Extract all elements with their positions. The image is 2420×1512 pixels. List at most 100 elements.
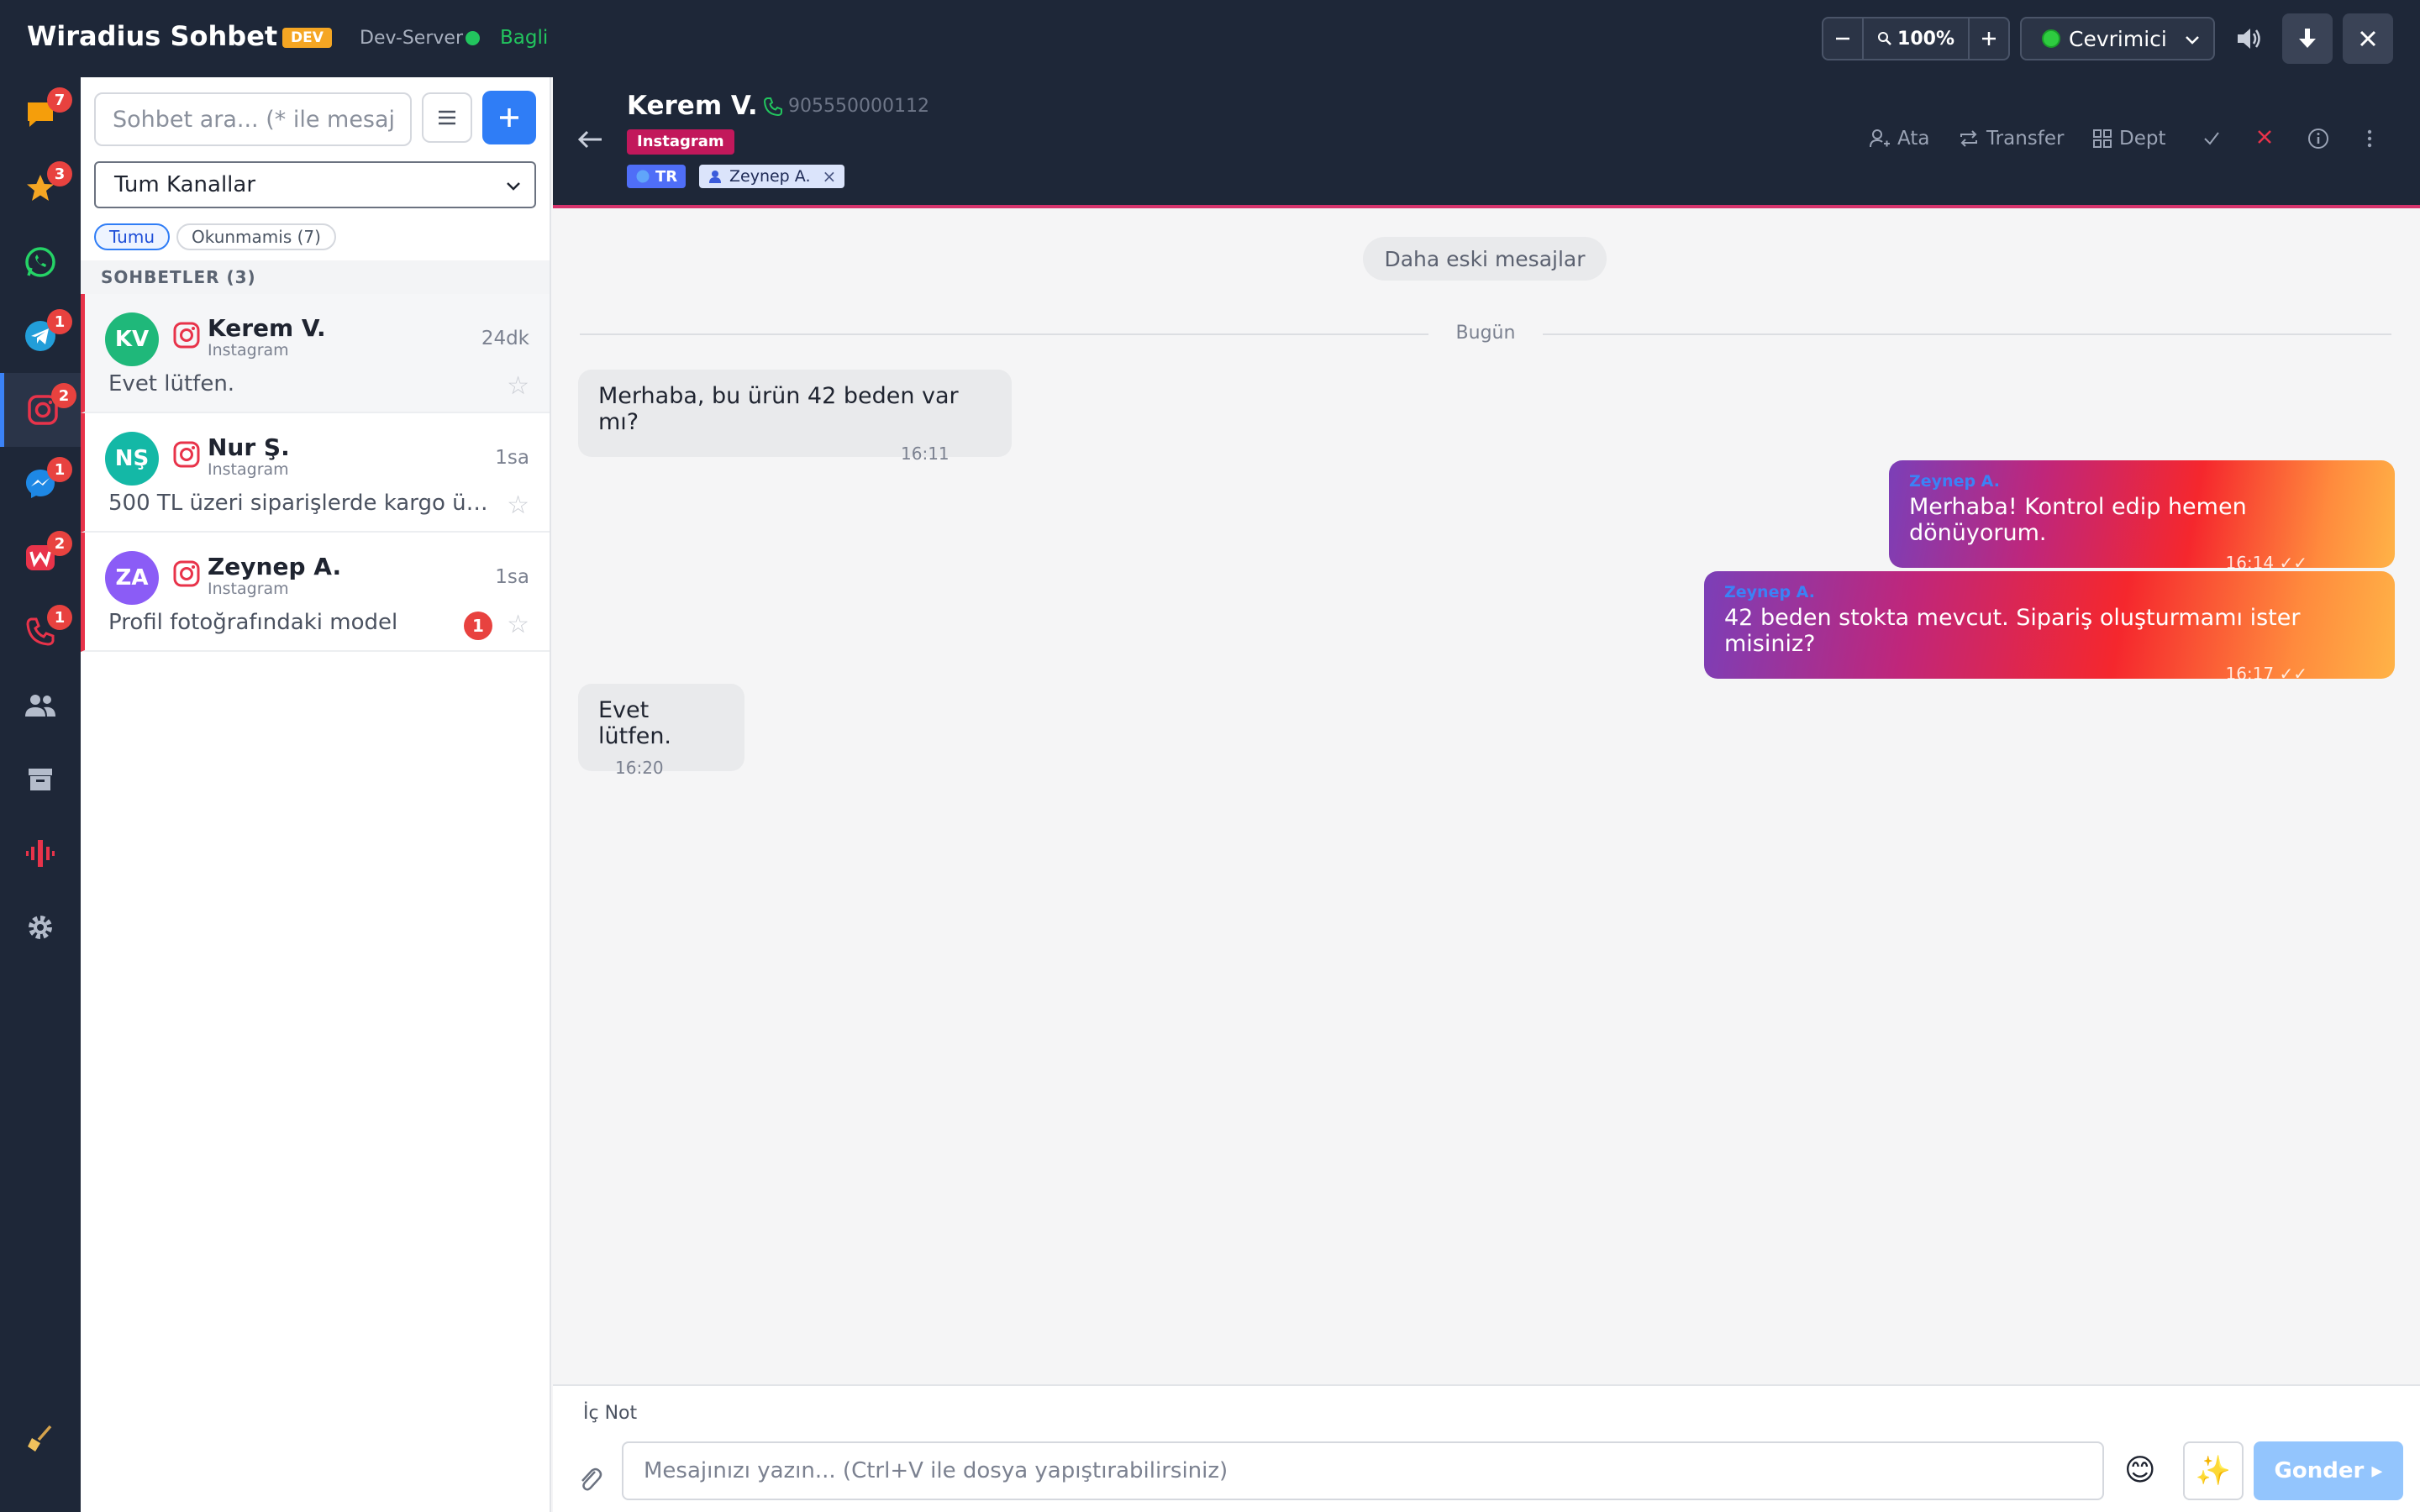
gear-icon: [29, 916, 52, 939]
rail-item-broadcast[interactable]: [0, 816, 81, 890]
server-name: Dev-Server: [360, 28, 463, 49]
message-text: Merhaba! Kontrol edip hemen dönüyorum.: [1909, 494, 2247, 546]
department-label: Dept: [2119, 128, 2166, 150]
avatar: NŞ: [105, 432, 159, 486]
resolve-button[interactable]: [2202, 128, 2222, 148]
assign-button[interactable]: Ata: [1869, 128, 1929, 150]
rail-badge: 2: [47, 531, 72, 556]
rail-item-messenger[interactable]: 1: [0, 447, 81, 521]
new-conversation-button[interactable]: [482, 91, 536, 144]
rail-item-archive[interactable]: [0, 743, 81, 816]
last-message-time: 1sa: [495, 566, 529, 588]
message-preview: Profil fotoğrafındaki model: [108, 610, 398, 635]
transfer-button[interactable]: Transfer: [1958, 128, 2064, 150]
rail-item-phone[interactable]: 1: [0, 595, 81, 669]
paperclip-icon[interactable]: [576, 1463, 603, 1494]
plus-icon: [500, 108, 518, 127]
close-button[interactable]: [2343, 13, 2393, 64]
instagram-icon: [173, 322, 200, 349]
top-bar: Wiradius Sohbet DEV Dev-Server Bagli 100…: [0, 0, 2420, 77]
info-button[interactable]: [2307, 128, 2329, 150]
outgoing-message: Zeynep A. 42 beden stokta mevcut. Sipari…: [1704, 571, 2395, 684]
download-icon: [2299, 29, 2316, 48]
rail-item-favorites[interactable]: 3: [0, 151, 81, 225]
instagram-icon: [173, 441, 200, 468]
load-older-button[interactable]: Daha eski mesajlar: [1363, 237, 1607, 281]
transfer-icon: [1960, 130, 1977, 147]
rail-item-whatsapp[interactable]: [0, 225, 81, 299]
assign-label: Ata: [1897, 128, 1930, 150]
internal-note-tab[interactable]: İç Not: [583, 1403, 637, 1424]
broadcast-icon: [26, 840, 55, 867]
more-options-button[interactable]: [2365, 128, 2375, 150]
zoom-in-button[interactable]: [1968, 18, 2008, 59]
emoji-button[interactable]: 😊: [2124, 1453, 2156, 1488]
channel-filter-select[interactable]: Tum Kanallar: [94, 161, 536, 208]
rail-item-chats[interactable]: 7: [0, 77, 81, 151]
message-time: 16:11: [901, 444, 950, 464]
chat-header: Kerem V. 905550000112 Instagram TR Zeyne…: [553, 77, 2420, 208]
phone-value: 905550000112: [788, 96, 929, 117]
rail-item-settings[interactable]: [0, 890, 81, 964]
phone-icon: [763, 97, 782, 116]
connection-status: Bagli: [500, 27, 549, 49]
channel-label: Instagram: [208, 460, 289, 479]
filter-all-pill[interactable]: Tumu: [94, 223, 171, 250]
sound-toggle[interactable]: [2228, 18, 2269, 59]
channel-filter-value: Tum Kanallar: [114, 172, 256, 197]
broom-icon: [28, 1425, 52, 1452]
message-text: Merhaba, bu ürün 42 beden var mı?: [598, 383, 959, 435]
rail-badge: 2: [51, 383, 76, 408]
instagram-icon: [173, 560, 200, 587]
conversation-item[interactable]: ZA Zeynep A. Instagram 1sa Profil fotoğr…: [81, 533, 550, 652]
user-icon: [709, 171, 721, 183]
language-value: TR: [655, 167, 678, 186]
conversation-item[interactable]: NŞ Nur Ş. Instagram 1sa 500 TL üzeri sip…: [81, 413, 550, 533]
phone-number[interactable]: 905550000112: [763, 96, 929, 117]
channel-label: Instagram: [208, 580, 289, 598]
speaker-icon: [2238, 29, 2260, 49]
chevron-down-icon: [2186, 36, 2199, 45]
contact-name: Zeynep A.: [208, 553, 342, 580]
more-vertical-icon: [2367, 129, 2372, 148]
star-icon[interactable]: ☆: [507, 610, 529, 639]
rail-item-w-channel[interactable]: 2: [0, 521, 81, 595]
presence-select[interactable]: Cevrimici: [2020, 17, 2215, 60]
rail-item-contacts[interactable]: [0, 669, 81, 743]
remove-agent-icon[interactable]: ×: [822, 166, 836, 186]
ai-assist-button[interactable]: ✨: [2183, 1441, 2244, 1500]
close-conversation-button[interactable]: [2255, 128, 2274, 146]
download-button[interactable]: [2282, 13, 2333, 64]
department-button[interactable]: Dept: [2092, 128, 2165, 150]
chat-contact-name: Kerem V.: [627, 91, 758, 121]
rail-item-cleanup[interactable]: [0, 1401, 81, 1475]
star-icon[interactable]: ☆: [507, 491, 529, 520]
message-text: 42 beden stokta mevcut. Sipariş oluşturm…: [1724, 605, 2301, 657]
env-badge: DEV: [282, 28, 332, 48]
channel-label: Instagram: [208, 341, 289, 360]
list-menu-button[interactable]: [422, 92, 472, 143]
section-label: SOHBETLER (3): [81, 260, 550, 294]
rail-item-instagram[interactable]: 2: [0, 373, 81, 447]
language-tag[interactable]: TR: [627, 165, 687, 188]
filter-unread-pill[interactable]: Okunmamis (7): [176, 223, 336, 250]
zoom-out-button[interactable]: [1823, 18, 1864, 59]
conversation-list-pane: Tum Kanallar Tumu Okunmamis (7) SOHBETLE…: [81, 77, 551, 1512]
assigned-agent-tag[interactable]: Zeynep A. ×: [699, 165, 845, 188]
conversation-item[interactable]: KV Kerem V. Instagram 24dk Evet lütfen. …: [81, 294, 550, 413]
assign-user-icon: [1870, 129, 1890, 148]
info-icon: [2308, 129, 2328, 149]
rail-badge: 1: [47, 457, 72, 482]
star-icon[interactable]: ☆: [507, 371, 529, 401]
message-input[interactable]: [622, 1441, 2104, 1500]
outgoing-message: Zeynep A. Merhaba! Kontrol edip hemen dö…: [1889, 460, 2395, 573]
zoom-control: 100%: [1822, 17, 2010, 60]
checkmark-icon: [2204, 132, 2219, 145]
hamburger-icon: [439, 110, 455, 125]
contacts-icon: [25, 695, 55, 717]
back-arrow-icon[interactable]: [576, 128, 605, 151]
rail-item-telegram[interactable]: 1: [0, 299, 81, 373]
search-input[interactable]: [94, 92, 412, 146]
zoom-level[interactable]: 100%: [1864, 29, 1968, 50]
send-button[interactable]: Gonder ▸: [2254, 1441, 2403, 1500]
